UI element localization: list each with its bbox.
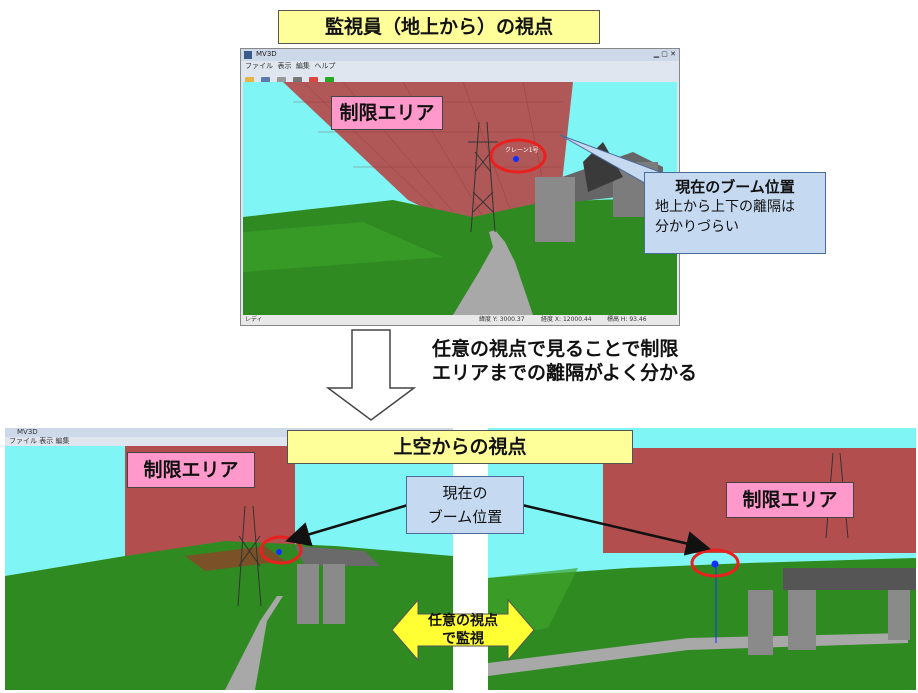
app-icon bbox=[244, 51, 252, 59]
status-ready: レディ bbox=[245, 316, 263, 323]
window-title-bar: MV3D ▁ ▢ ✕ bbox=[241, 49, 679, 61]
arrow-text-line1: 任意の視点で見ることで制限 bbox=[432, 338, 679, 360]
window-controls[interactable]: ▁ ▢ ✕ bbox=[654, 50, 676, 58]
boom-callout-line1: 現在の bbox=[442, 484, 488, 502]
boom-position-callout-bottom: 現在の ブーム位置 bbox=[406, 476, 524, 534]
arrow-text-line2: エリアまでの離隔がよく分かる bbox=[432, 362, 698, 384]
bottom-left-view[interactable]: MV3D ファイル 表示 編集 制限エリア bbox=[5, 428, 453, 690]
monitor-label: 任意の視点 で監視 bbox=[418, 612, 508, 648]
boom-position-dot bbox=[513, 156, 519, 162]
arrow-explanation: 任意の視点で見ることで制限 エリアまでの離隔がよく分かる bbox=[432, 337, 697, 385]
bottom-right-scene bbox=[488, 448, 916, 690]
top-app-window: MV3D ▁ ▢ ✕ ファイル 表示 編集 ヘルプ クレーン1号 制限エリア レ… bbox=[240, 48, 680, 326]
boom-position-callout-top: 現在のブーム位置 地上から上下の離隔は 分かりづらい bbox=[644, 172, 826, 254]
callout-title: 現在のブーム位置 bbox=[675, 178, 795, 196]
bl-menu-file[interactable]: ファイル bbox=[9, 437, 37, 445]
boom-callout-line2: ブーム位置 bbox=[427, 508, 503, 526]
bl-menu-edit[interactable]: 編集 bbox=[55, 437, 69, 445]
status-lon: 経度 X: 12000.44 bbox=[541, 316, 592, 323]
status-lat: 緯度 Y: 3000.37 bbox=[479, 316, 525, 323]
window-title: MV3D bbox=[256, 50, 277, 58]
status-bar: レディ 緯度 Y: 3000.37 経度 X: 12000.44 標高 H: 9… bbox=[241, 315, 679, 325]
menu-view[interactable]: 表示 bbox=[277, 62, 291, 70]
callout-line1: 地上から上下の離隔は bbox=[655, 199, 795, 215]
top-view-title: 監視員（地上から）の視点 bbox=[278, 10, 600, 44]
top-3d-viewport[interactable]: クレーン1号 制限エリア bbox=[243, 82, 677, 315]
monitor-label-line2: で監視 bbox=[442, 631, 484, 647]
bottom-right-restricted-label: 制限エリア bbox=[726, 482, 854, 518]
callout-line2: 分かりづらい bbox=[655, 219, 739, 235]
toolbar bbox=[241, 71, 679, 86]
menu-help[interactable]: ヘルプ bbox=[314, 62, 335, 70]
restricted-area-label: 制限エリア bbox=[331, 96, 443, 130]
bottom-view-title: 上空からの視点 bbox=[287, 430, 633, 464]
monitor-label-line1: 任意の視点 bbox=[428, 613, 498, 629]
status-elev: 標高 H: 93.46 bbox=[607, 316, 647, 323]
crane-marker-label: クレーン1号 bbox=[505, 147, 539, 154]
bottom-left-restricted-label: 制限エリア bbox=[127, 452, 255, 488]
menu-edit[interactable]: 編集 bbox=[296, 62, 310, 70]
menu-file[interactable]: ファイル bbox=[245, 62, 273, 70]
top-scene: クレーン1号 bbox=[243, 82, 677, 315]
bl-menu-view[interactable]: 表示 bbox=[39, 437, 53, 445]
bottom-right-view[interactable]: 制限エリア bbox=[488, 428, 916, 690]
boom-position-dot bbox=[711, 560, 719, 568]
boom-position-dot bbox=[276, 549, 282, 555]
menu-bar: ファイル 表示 編集 ヘルプ bbox=[241, 61, 679, 71]
